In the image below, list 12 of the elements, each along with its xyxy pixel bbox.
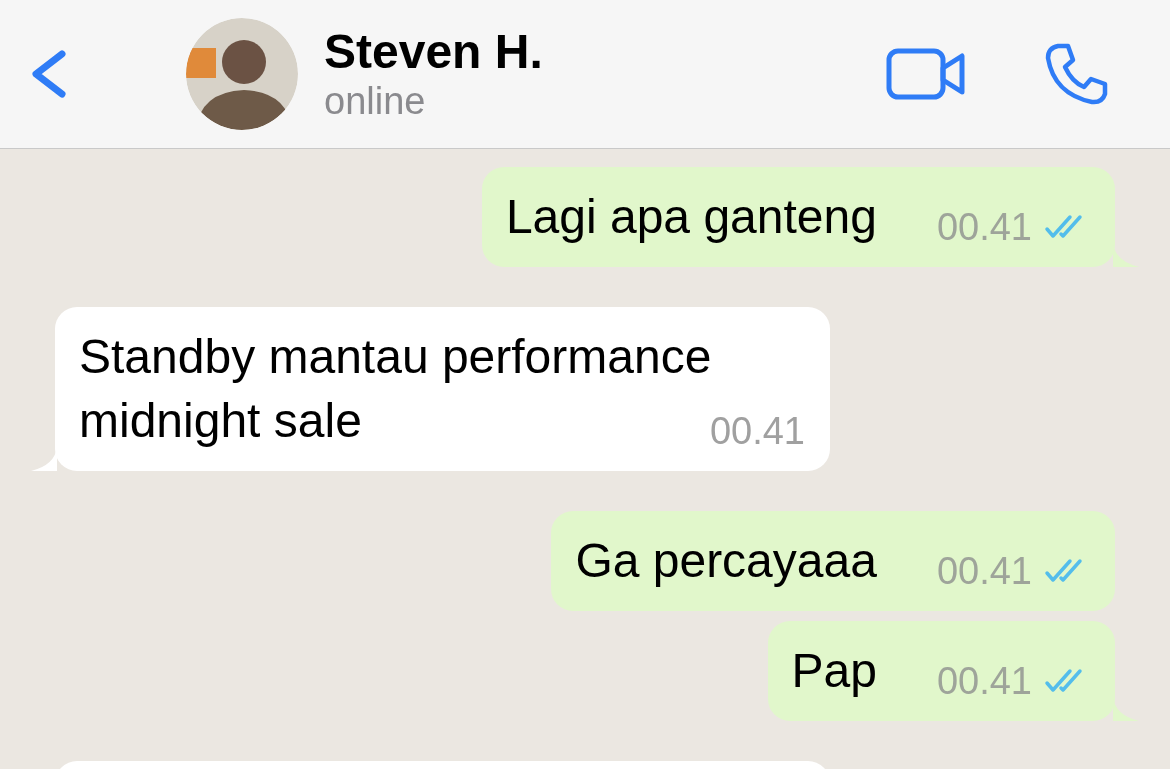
contact-name: Steven H.	[324, 25, 544, 79]
message-text: Standby mantau performance midnight sale	[79, 330, 712, 447]
phone-icon[interactable]	[1044, 42, 1108, 106]
message-time: 00.41	[936, 205, 1032, 249]
message-text: Pap	[791, 644, 877, 697]
message-time: 00.41	[936, 659, 1032, 703]
message-time: 00.41	[936, 549, 1032, 593]
contact-status: online	[324, 79, 427, 123]
video-call-icon[interactable]	[886, 46, 966, 102]
message-time: 00.41	[709, 409, 805, 453]
message-text: Lagi apa ganteng	[505, 190, 877, 243]
message-text: Ga percayaaa	[575, 534, 877, 587]
